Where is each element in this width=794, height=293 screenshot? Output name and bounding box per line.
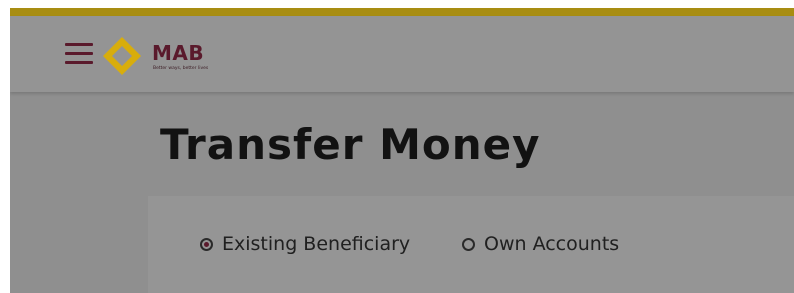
radio-unselected-icon[interactable] <box>462 237 475 251</box>
transfer-type-panel: Existing Beneficiary Own Accounts <box>148 196 794 293</box>
radio-existing-beneficiary-label: Existing Beneficiary <box>222 233 411 255</box>
brand-tagline: Better ways, better lives <box>153 66 209 71</box>
top-accent-bar <box>10 8 794 16</box>
app-viewport: MAB Better ways, better lives Transfer M… <box>10 8 794 293</box>
top-header: MAB Better ways, better lives <box>10 16 794 92</box>
page-title: Transfer Money <box>160 120 541 169</box>
mab-diamond-logo-icon <box>102 36 142 76</box>
radio-own-accounts-label: Own Accounts <box>484 233 620 255</box>
screen-frame: MAB Better ways, better lives Transfer M… <box>0 0 794 293</box>
radio-existing-beneficiary[interactable]: Existing Beneficiary <box>200 233 410 255</box>
brand-name: MAB <box>152 41 205 65</box>
hamburger-menu-icon[interactable] <box>65 42 93 66</box>
radio-own-accounts[interactable]: Own Accounts <box>462 233 619 255</box>
radio-selected-icon[interactable] <box>200 237 213 251</box>
